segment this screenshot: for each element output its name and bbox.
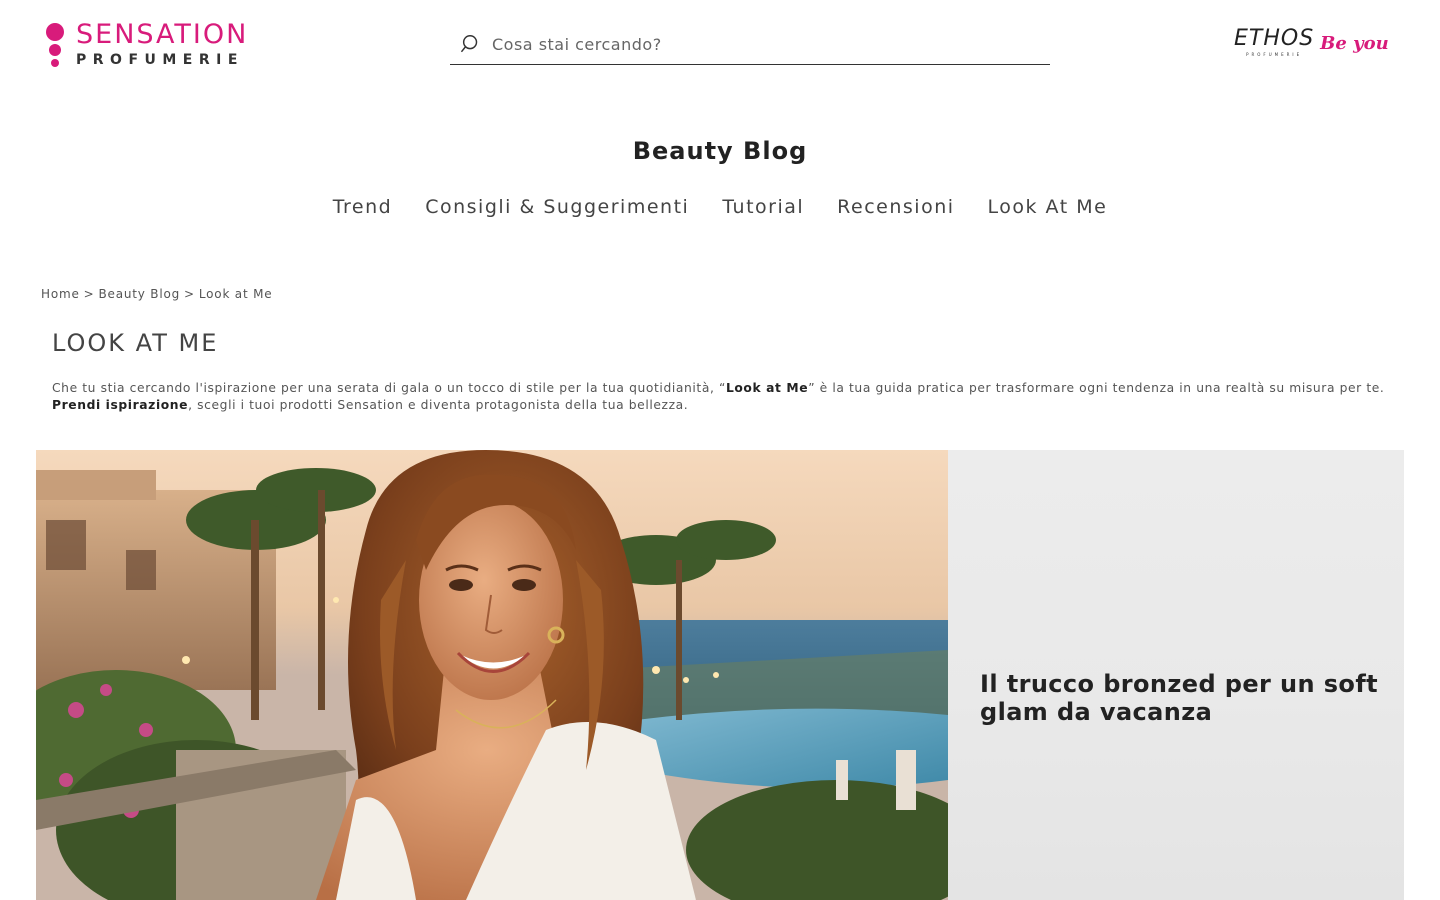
blog-nav-recensioni[interactable]: Recensioni <box>837 196 954 218</box>
logo-main-text: SENSATION <box>76 19 249 50</box>
search-bar[interactable] <box>450 24 1050 65</box>
intro-bold-2: Prendi ispirazione <box>52 398 189 412</box>
sensation-logo[interactable]: SENSATION PROFUMERIE <box>44 20 248 69</box>
intro-part-3: , scegli i tuoi prodotti Sensation e div… <box>188 398 689 412</box>
blog-nav-consigli[interactable]: Consigli & Suggerimenti <box>425 196 689 218</box>
breadcrumb-separator: > <box>83 287 95 301</box>
ethos-logo[interactable]: ETHOS PROFUMERIE Be you <box>1234 26 1389 58</box>
intro-part-2: ” è la tua guida pratica per trasformare… <box>808 381 1385 395</box>
intro-part-1: Che tu stia cercando l'ispirazione per u… <box>52 381 726 395</box>
blog-title: Beauty Blog <box>632 137 808 165</box>
featured-article-image[interactable] <box>36 450 948 900</box>
breadcrumb: Home > Beauty Blog > Look at Me <box>41 287 272 301</box>
intro-bold-1: Look at Me <box>725 381 809 395</box>
breadcrumb-current: Look at Me <box>198 287 273 301</box>
intro-text: Che tu stia cercando l'ispirazione per u… <box>52 380 1392 414</box>
blog-nav: Trend Consigli & Suggerimenti Tutorial R… <box>0 196 1440 218</box>
featured-article-title[interactable]: Il trucco bronzed per un soft glam da va… <box>980 670 1380 726</box>
search-input[interactable] <box>490 33 1034 55</box>
ethos-sub: PROFUMERIE <box>1246 52 1303 57</box>
breadcrumb-beauty-blog[interactable]: Beauty Blog <box>99 287 181 301</box>
search-icon[interactable] <box>460 33 482 55</box>
breadcrumb-separator: > <box>184 287 195 301</box>
page-title: LOOK AT ME <box>52 329 219 357</box>
ethos-name: ETHOS <box>1234 26 1315 51</box>
breadcrumb-home[interactable]: Home <box>41 287 80 301</box>
logo-dots-icon <box>44 20 66 68</box>
blog-nav-trend[interactable]: Trend <box>333 196 393 218</box>
blog-nav-look-at-me[interactable]: Look At Me <box>988 196 1108 218</box>
featured-article-panel[interactable]: Il trucco bronzed per un soft glam da va… <box>948 450 1404 900</box>
logo-sub-text: PROFUMERIE <box>76 52 244 68</box>
featured-article-card[interactable]: Il trucco bronzed per un soft glam da va… <box>36 450 1404 900</box>
featured-photo <box>36 450 948 900</box>
ethos-tagline: Be you <box>1320 33 1389 54</box>
blog-nav-tutorial[interactable]: Tutorial <box>722 196 804 218</box>
